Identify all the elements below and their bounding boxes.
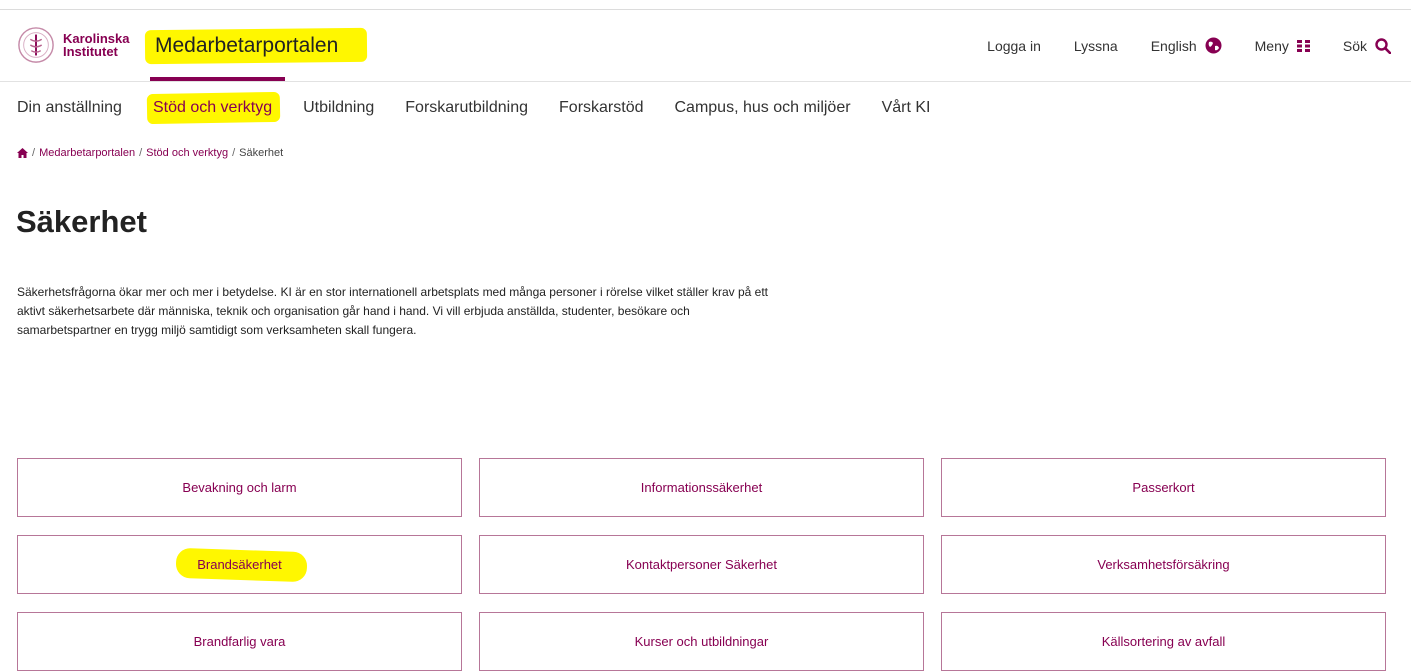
tile-passerkort[interactable]: Passerkort: [941, 458, 1386, 517]
tile-kallsortering-av-avfall[interactable]: Källsortering av avfall: [941, 612, 1386, 671]
tile-label: Brandsäkerhet: [197, 557, 282, 572]
search-button[interactable]: Sök: [1343, 38, 1391, 54]
tile-brandsakerhet[interactable]: Brandsäkerhet: [17, 535, 462, 594]
site-header: Karolinska Institutet Medarbetarportalen…: [0, 10, 1411, 82]
topic-tiles: Bevakning och larm Informationssäkerhet …: [17, 458, 1387, 671]
tile-label: Informationssäkerhet: [640, 480, 763, 495]
nav-item-din-anstallning[interactable]: Din anställning: [17, 99, 122, 117]
page-title: Säkerhet: [16, 204, 147, 239]
top-border: [0, 0, 1411, 10]
nav-item-label: Forskarstöd: [559, 99, 644, 116]
listen-link[interactable]: Lyssna: [1074, 38, 1118, 54]
nav-item-forskarutbildning[interactable]: Forskarutbildning: [405, 99, 528, 117]
breadcrumb-link-medarbetarportalen[interactable]: Medarbetarportalen: [39, 147, 135, 159]
logo-text: Karolinska Institutet: [63, 32, 129, 58]
grid-menu-icon: [1296, 39, 1310, 52]
menu-button[interactable]: Meny: [1255, 38, 1310, 54]
breadcrumb-current: Säkerhet: [239, 147, 284, 159]
tile-brandfarlig-vara[interactable]: Brandfarlig vara: [17, 612, 462, 671]
menu-label: Meny: [1254, 37, 1289, 54]
tile-informationssakerhet[interactable]: Informationssäkerhet: [479, 458, 924, 517]
breadcrumb-separator: /: [232, 147, 236, 159]
nav-item-stod-och-verktyg[interactable]: Stöd och verktyg: [146, 91, 281, 125]
nav-item-label: Vårt KI: [881, 99, 931, 116]
tile-bevakning-och-larm[interactable]: Bevakning och larm: [17, 458, 462, 517]
login-link[interactable]: Logga in: [987, 38, 1041, 54]
tile-label: Brandfarlig vara: [193, 634, 286, 649]
ki-seal-icon: [18, 27, 54, 63]
search-label: Sök: [1342, 37, 1367, 54]
language-link[interactable]: English: [1151, 37, 1222, 54]
listen-label: Lyssna: [1073, 37, 1118, 54]
nav-item-campus[interactable]: Campus, hus och miljöer: [674, 99, 850, 117]
tile-kurser-och-utbildningar[interactable]: Kurser och utbildningar: [479, 612, 924, 671]
nav-item-label: Campus, hus och miljöer: [674, 99, 851, 116]
globe-icon: [1205, 37, 1222, 54]
search-icon: [1375, 37, 1391, 54]
home-icon[interactable]: [17, 148, 28, 158]
page-intro: Säkerhetsfrågorna ökar mer och mer i bet…: [17, 285, 769, 337]
tile-label: Kontaktpersoner Säkerhet: [625, 557, 778, 572]
main-nav: Din anställning Stöd och verktyg Utbildn…: [0, 91, 961, 125]
nav-item-vart-ki[interactable]: Vårt KI: [882, 99, 931, 117]
nav-item-label: Stöd och verktyg: [152, 99, 273, 116]
header-actions: Logga in Lyssna English Meny Sök: [954, 10, 1391, 81]
portal-title-underline: [150, 77, 285, 81]
nav-item-label: Forskarutbildning: [405, 99, 529, 116]
breadcrumb-separator: /: [139, 147, 143, 159]
portal-title[interactable]: Medarbetarportalen: [147, 28, 346, 64]
logo-line2: Institutet: [63, 44, 118, 59]
login-label: Logga in: [987, 37, 1041, 54]
tile-label: Källsortering av avfall: [1101, 634, 1226, 649]
nav-item-label: Din anställning: [17, 99, 122, 116]
nav-item-utbildning[interactable]: Utbildning: [303, 99, 374, 117]
breadcrumb: / Medarbetarportalen / Stöd och verktyg …: [17, 147, 283, 159]
tile-label: Passerkort: [1132, 480, 1195, 495]
tile-kontaktpersoner-sakerhet[interactable]: Kontaktpersoner Säkerhet: [479, 535, 924, 594]
tile-verksamhetsforsakring[interactable]: Verksamhetsförsäkring: [941, 535, 1386, 594]
breadcrumb-separator: /: [32, 147, 36, 159]
nav-item-forskarstod[interactable]: Forskarstöd: [559, 99, 643, 117]
language-label: English: [1150, 37, 1197, 54]
tile-label: Verksamhetsförsäkring: [1097, 557, 1230, 572]
tile-label: Bevakning och larm: [182, 480, 297, 495]
nav-item-label: Utbildning: [303, 99, 375, 116]
breadcrumb-link-stod-och-verktyg[interactable]: Stöd och verktyg: [146, 147, 228, 159]
ki-logo[interactable]: Karolinska Institutet: [17, 26, 129, 64]
tile-label: Kurser och utbildningar: [634, 634, 769, 649]
